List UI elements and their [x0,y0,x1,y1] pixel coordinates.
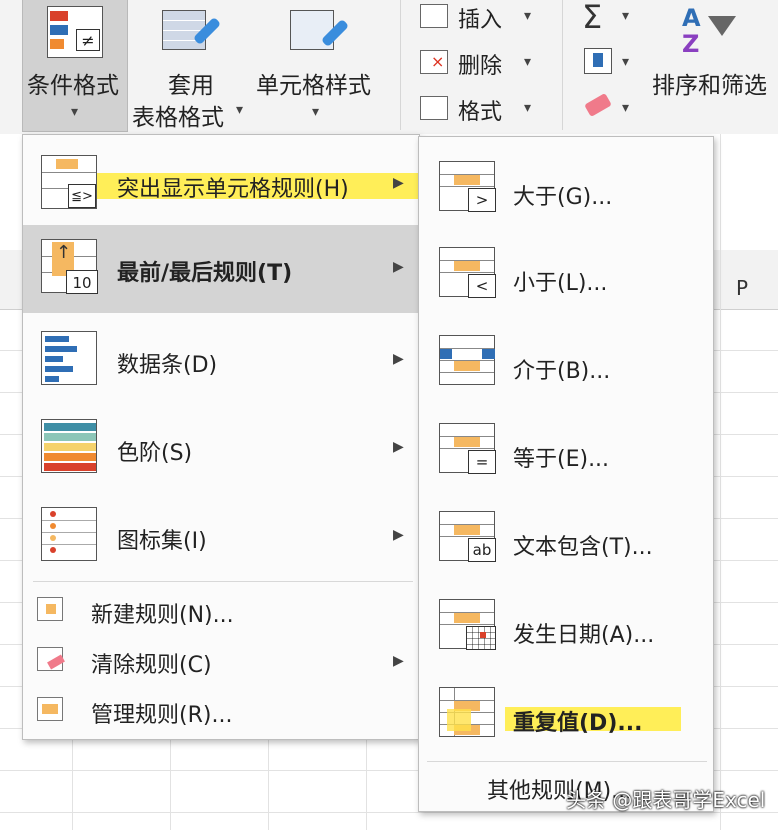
fill-button[interactable]: ▾ [578,46,638,82]
cell-styles-button[interactable]: 单元格样式 ▾ [254,0,386,132]
chevron-down-icon: ▾ [312,104,320,120]
submenu-item-label: 小于(L)... [513,271,608,296]
menu-item-color-scales[interactable]: 色阶(S) ▶ [23,403,419,489]
date-occurring-icon [439,599,496,650]
menu-item-label: 图标集(I) [117,529,207,554]
menu-divider [33,581,413,582]
clear-button[interactable]: ▾ [578,92,638,128]
between-icon [439,335,495,385]
text-contains-icon: ab [439,511,496,562]
format-as-table-button[interactable]: 套用 表格格式 ▾ [132,0,250,132]
submenu-item-label: 介于(B)... [513,359,611,384]
menu-divider [427,761,707,762]
submenu-item-label: 文本包含(T)... [513,535,653,560]
ribbon-divider [400,0,401,130]
menu-item-new-rule[interactable]: 新建规则(N)... [23,587,419,635]
delete-button[interactable]: × 删除 ▾ [418,46,548,82]
submenu-item-text-contains[interactable]: ab 文本包含(T)... [419,497,713,585]
insert-button[interactable]: 插入 ▾ [418,0,548,36]
chevron-down-icon: ▾ [236,102,244,118]
submenu-item-label: 大于(G)... [513,185,613,210]
chevron-down-icon: ▾ [622,100,630,116]
top-bottom-rules-icon: ↑ 10 [41,239,98,294]
highlight-marker-dot [447,709,471,731]
delete-label: 删除 [458,54,503,79]
eraser-icon [584,92,612,118]
chevron-right-icon: ▶ [393,527,404,543]
submenu-item-label: 重复值(D)... [513,711,643,736]
submenu-item-label: 等于(E)... [513,447,610,472]
sigma-icon: Σ [582,0,603,36]
format-label: 格式 [458,100,503,125]
watermark-text: 头条 @跟表哥学Excel [566,788,766,812]
menu-item-top-bottom-rules[interactable]: ↑ 10 最前/最后规则(T) ▶ [23,225,419,313]
menu-item-data-bars[interactable]: 数据条(D) ▶ [23,315,419,401]
conditional-formatting-menu: ≦> 突出显示单元格规则(H) ▶ ↑ 10 最前/最后规则(T) ▶ 数据条(… [22,134,453,740]
chevron-down-icon: ▾ [524,8,532,24]
submenu-item-less-than[interactable]: < 小于(L)... [419,233,713,321]
submenu-item-between[interactable]: 介于(B)... [419,321,713,409]
insert-cells-icon [420,4,448,28]
menu-item-icon-sets[interactable]: 图标集(I) ▶ [23,491,419,577]
chevron-down-icon: ▾ [71,104,79,120]
autosum-button[interactable]: Σ ▾ [578,0,638,36]
menu-item-label: 色阶(S) [117,441,193,466]
highlight-cells-rules-icon: ≦> [41,155,97,209]
clear-rules-icon [37,647,65,671]
manage-rules-icon [37,697,63,721]
menu-item-label: 清除规则(C) [91,653,212,678]
chevron-right-icon: ▶ [393,439,404,455]
menu-item-manage-rules[interactable]: 管理规则(R)... [23,687,419,735]
submenu-item-duplicate-values[interactable]: 重复值(D)... [419,673,713,761]
grid-line [720,134,721,830]
conditional-formatting-icon: ≠ [47,6,103,58]
chevron-down-icon: ▾ [622,54,630,70]
highlight-cells-submenu: > 大于(G)... < 小于(L)... 介于(B)... = 等于(E)..… [418,136,714,812]
chevron-down-icon: ▾ [524,100,532,116]
menu-item-label: 数据条(D) [117,353,218,378]
cell-styles-label: 单元格样式 [256,73,371,99]
submenu-item-label: 发生日期(A)... [513,623,655,648]
sort-filter-button[interactable]: A Z 排序和筛选 [650,0,778,132]
submenu-item-equal-to[interactable]: = 等于(E)... [419,409,713,497]
less-than-icon: < [439,247,496,298]
menu-item-label: 新建规则(N)... [91,603,234,628]
column-header-p[interactable]: P [736,276,748,300]
menu-item-label: 管理规则(R)... [91,703,233,728]
conditional-formatting-label: 条件格式 [27,73,119,99]
ribbon-divider [562,0,563,130]
format-as-table-label-1: 套用 [168,73,214,99]
menu-item-clear-rules[interactable]: 清除规则(C) ▶ [23,637,419,685]
format-button[interactable]: 格式 ▾ [418,92,548,128]
chevron-right-icon: ▶ [393,259,404,275]
cell-styles-icon [290,6,350,60]
menu-item-highlight-cells-rules[interactable]: ≦> 突出显示单元格规则(H) ▶ [23,141,453,225]
color-scales-icon [41,419,97,473]
format-as-table-label-2: 表格格式 [132,105,224,131]
chevron-right-icon: ▶ [393,175,404,191]
format-cells-icon [420,96,448,120]
conditional-formatting-button[interactable]: ≠ 条件格式 ▾ [22,0,128,132]
data-bars-icon [41,331,97,385]
sort-filter-icon: A Z [680,4,740,62]
equal-to-icon: = [439,423,496,474]
greater-than-icon: > [439,161,496,212]
fill-down-icon [584,48,612,74]
submenu-item-greater-than[interactable]: > 大于(G)... [419,145,713,235]
sort-filter-label: 排序和筛选 [652,73,767,99]
chevron-right-icon: ▶ [393,653,404,669]
menu-item-label: 突出显示单元格规则(H) [117,177,349,202]
insert-label: 插入 [458,8,503,33]
new-rule-icon [37,597,63,621]
delete-cells-icon: × [420,50,448,74]
menu-item-label: 最前/最后规则(T) [117,261,293,286]
chevron-down-icon: ▾ [524,54,532,70]
table-paint-icon [162,6,222,60]
chevron-down-icon: ▾ [622,8,630,24]
icon-sets-icon [41,507,97,561]
ribbon: ≠ 条件格式 ▾ 套用 表格格式 ▾ 单元格样式 ▾ 插入 ▾ × 删除 ▾ 格… [0,0,778,134]
chevron-right-icon: ▶ [393,351,404,367]
submenu-item-date-occurring[interactable]: 发生日期(A)... [419,585,713,673]
